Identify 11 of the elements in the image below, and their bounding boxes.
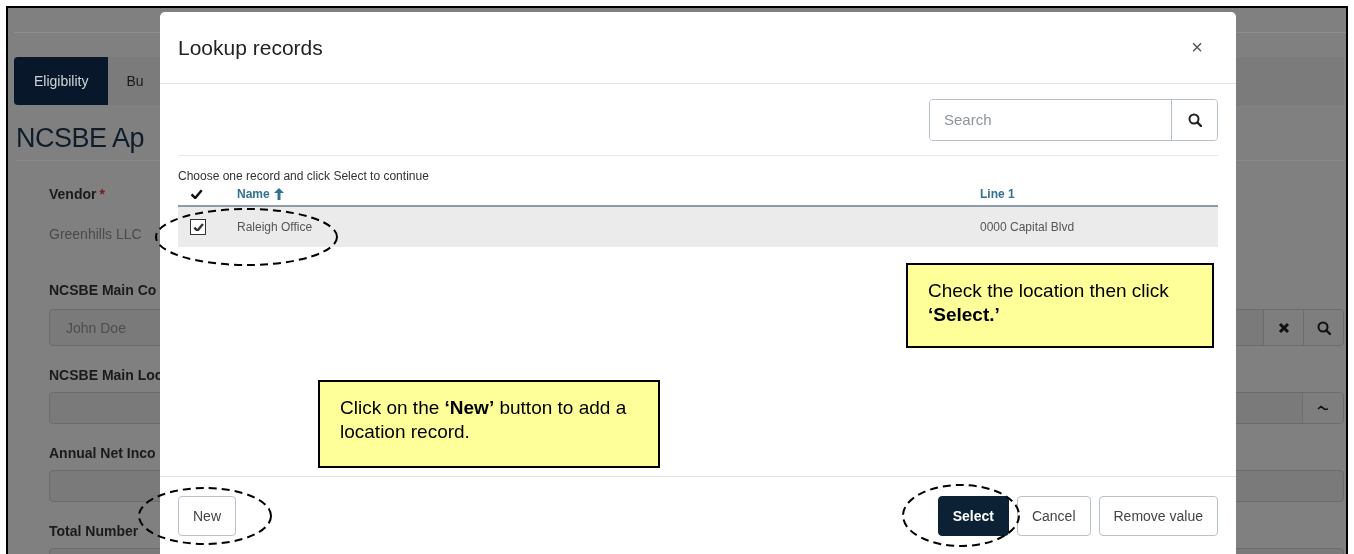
required-mark: * bbox=[99, 186, 105, 202]
callout-note: Click on the ‘New’ button to add a location record. bbox=[318, 380, 660, 468]
callout-note: Check the location then click ‘Select.’ bbox=[906, 263, 1214, 348]
table-cell: 0000 Capital Blvd bbox=[980, 220, 1075, 234]
field-label: Total Number bbox=[49, 523, 139, 539]
instruction-text: Choose one record and click Select to continue bbox=[178, 169, 430, 183]
field-label: Vendor bbox=[49, 186, 97, 202]
table-cell: Raleigh Office bbox=[237, 220, 313, 234]
dialog-title: Lookup records bbox=[178, 35, 323, 60]
field-label: Annual Net Inco bbox=[49, 445, 156, 461]
field-label: NCSBE Main Co bbox=[49, 282, 157, 298]
